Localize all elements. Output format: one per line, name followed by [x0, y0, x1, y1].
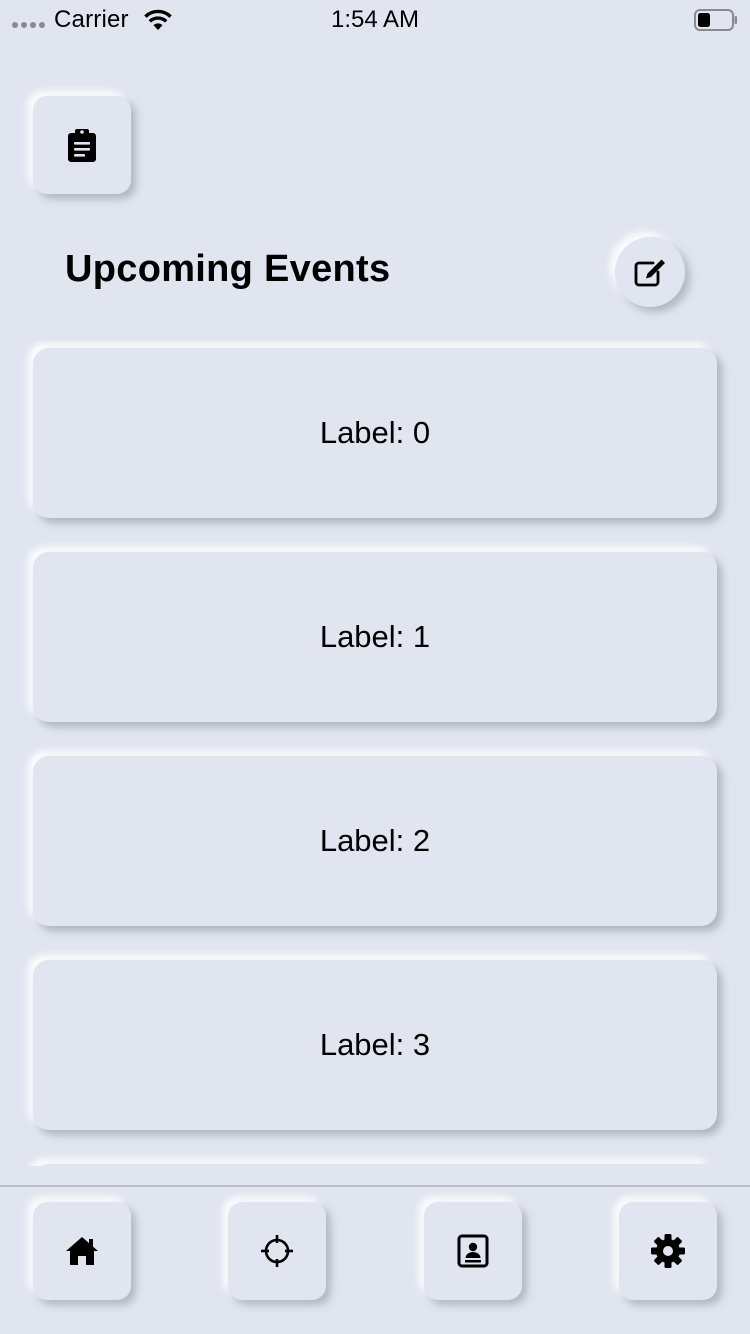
- event-card[interactable]: Label: 0: [33, 348, 717, 518]
- event-card[interactable]: Label: 2: [33, 756, 717, 926]
- home-icon: [65, 1236, 99, 1266]
- contact-card-icon: [457, 1234, 489, 1268]
- event-label: Label: 3: [319, 1027, 431, 1062]
- page-title: Upcoming Events: [65, 248, 391, 290]
- event-card[interactable]: Label: 3: [33, 960, 717, 1130]
- tab-target[interactable]: [228, 1202, 326, 1300]
- edit-icon: [633, 257, 667, 287]
- status-time: 1:54 AM: [330, 6, 420, 33]
- status-bar: Carrier 1:54 AM: [0, 0, 750, 40]
- event-label: Label: 0: [319, 415, 431, 450]
- tab-home[interactable]: [33, 1202, 131, 1300]
- event-card[interactable]: [33, 1164, 717, 1166]
- target-icon: [260, 1234, 294, 1268]
- tab-settings[interactable]: [619, 1202, 717, 1300]
- clipboard-button[interactable]: [33, 96, 131, 194]
- events-list[interactable]: Label: 0 Label: 1 Label: 2 Label: 3: [0, 340, 750, 1166]
- tab-bar-divider: [0, 1185, 750, 1187]
- tab-contact[interactable]: [424, 1202, 522, 1300]
- event-label: Label: 1: [319, 619, 431, 654]
- gear-icon: [650, 1233, 686, 1269]
- edit-button[interactable]: [615, 237, 685, 307]
- clipboard-icon: [66, 127, 98, 163]
- battery-icon: [694, 9, 738, 31]
- event-label: Label: 2: [319, 823, 431, 858]
- event-card[interactable]: Label: 1: [33, 552, 717, 722]
